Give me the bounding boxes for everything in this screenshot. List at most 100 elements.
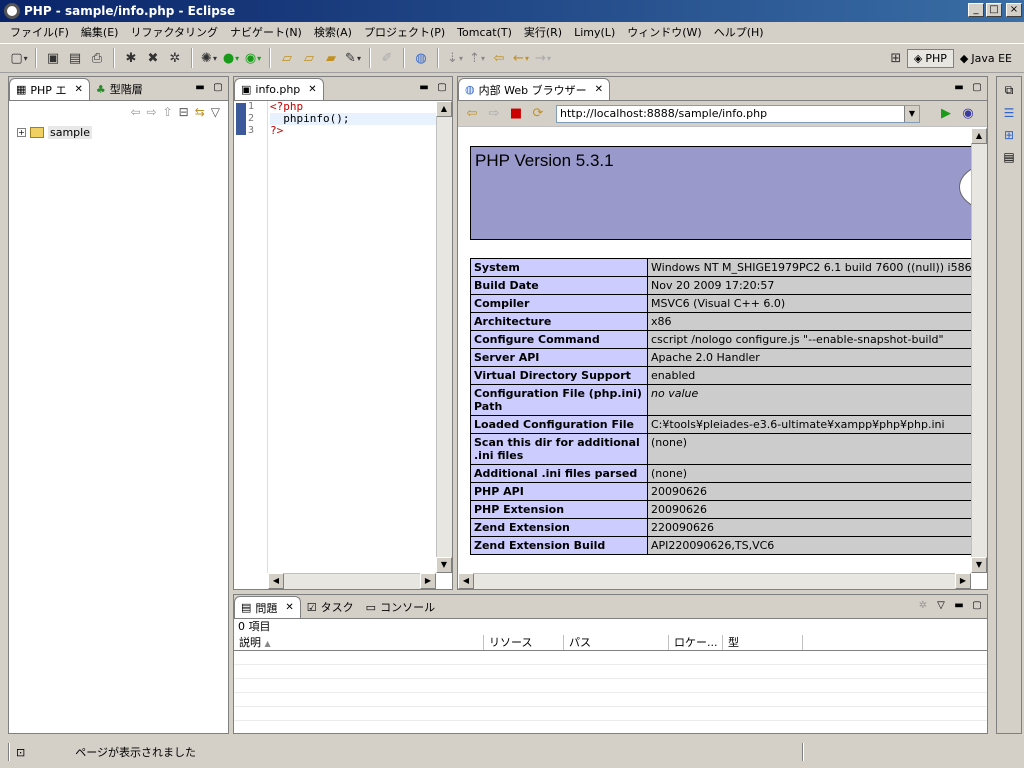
scroll-down-icon[interactable]: ▼	[436, 557, 452, 573]
menu-file[interactable]: ファイル(F)	[4, 24, 75, 40]
code-line[interactable]: ?>	[270, 125, 436, 137]
view-menu-icon[interactable]: ▽	[935, 599, 947, 611]
maximize-view-icon[interactable]: ▢	[971, 599, 983, 611]
menu-search[interactable]: 検索(A)	[308, 24, 358, 40]
tab-console[interactable]: ▭ コンソール	[360, 596, 441, 618]
url-input[interactable]: http://localhost:8888/sample/info.php ▼	[556, 104, 920, 123]
tree-item-sample[interactable]: + sample	[9, 123, 228, 141]
maximize-button[interactable]: □	[986, 3, 1002, 17]
browser-horizontal-scrollbar[interactable]: ◀ ▶	[458, 573, 971, 589]
minimize-view-icon[interactable]: ▬	[953, 81, 965, 93]
eclipse-web-icon[interactable]: ◉	[960, 106, 976, 121]
expand-icon[interactable]: +	[17, 127, 26, 137]
external-tools-icon[interactable]: ◉	[242, 48, 264, 68]
close-tab-icon[interactable]: ✕	[308, 84, 316, 95]
perspective-php[interactable]: ◈ PHP	[906, 49, 954, 68]
bug-icon[interactable]: ✱	[120, 48, 142, 68]
scroll-up-icon[interactable]: ▲	[971, 128, 987, 144]
forward-nav-icon[interactable]: ⇨	[147, 105, 157, 119]
code-area[interactable]: <?php phpinfo(); ?>	[270, 101, 436, 137]
editor-vertical-scrollbar[interactable]: ▲ ▼	[436, 101, 452, 573]
editor-body[interactable]: 1 2 3 <?php phpinfo(); ?> ▲ ▼ ◀ ▶	[234, 101, 452, 589]
column-type[interactable]: 型	[723, 635, 803, 650]
tab-php-explorer[interactable]: ▦ PHP エ ✕	[9, 78, 90, 100]
go-icon[interactable]: ▶	[938, 106, 954, 121]
link-editor-icon[interactable]: ⇆	[195, 105, 205, 119]
open-type-icon[interactable]: ▰	[320, 48, 342, 68]
minimize-view-icon[interactable]: ▬	[194, 81, 206, 93]
back-icon[interactable]: ⇦	[464, 106, 480, 121]
globe-icon[interactable]: ◍	[410, 48, 432, 68]
menu-edit[interactable]: 編集(E)	[75, 24, 125, 40]
refresh-icon[interactable]: ⟳	[530, 106, 546, 121]
bug-skip-icon[interactable]: ✲	[164, 48, 186, 68]
fast-view-icon[interactable]: ⊡	[16, 746, 25, 759]
hierarchy-icon[interactable]: ⊞	[1004, 128, 1014, 142]
editor-horizontal-scrollbar[interactable]: ◀ ▶	[268, 573, 436, 589]
menu-run[interactable]: 実行(R)	[518, 24, 568, 40]
column-path[interactable]: パス	[564, 635, 669, 650]
bug-stop-icon[interactable]: ✖	[142, 48, 164, 68]
maximize-view-icon[interactable]: ▢	[436, 81, 448, 93]
menu-limy[interactable]: Limy(L)	[568, 26, 621, 39]
run-icon[interactable]: ●	[220, 48, 242, 68]
scroll-down-icon[interactable]: ▼	[971, 557, 987, 573]
perspective-java-ee[interactable]: ◆ Java EE	[954, 50, 1018, 67]
back-icon[interactable]: ←	[510, 48, 532, 68]
close-tab-icon[interactable]: ✕	[74, 84, 82, 95]
tasks-list-icon[interactable]: ▤	[1003, 150, 1014, 164]
menu-project[interactable]: プロジェクト(P)	[358, 24, 451, 40]
outline-icon[interactable]: ☰	[1004, 106, 1015, 120]
up-nav-icon[interactable]: ⇧	[163, 105, 173, 119]
stop-icon[interactable]: ■	[508, 106, 524, 121]
browser-content[interactable]: PHP Version 5.3.1 System Windows NT M_SHI…	[458, 128, 971, 573]
minimize-view-icon[interactable]: ▬	[418, 81, 430, 93]
maximize-view-icon[interactable]: ▢	[212, 81, 224, 93]
tab-info-php[interactable]: ▣ info.php ✕	[234, 78, 324, 100]
tab-internal-browser[interactable]: ◍ 内部 Web ブラウザー ✕	[458, 78, 610, 100]
scroll-right-icon[interactable]: ▶	[955, 573, 971, 589]
restore-icon[interactable]: ⧉	[1005, 83, 1014, 98]
menu-navigate[interactable]: ナビゲート(N)	[224, 24, 308, 40]
tab-problems[interactable]: ▤ 問題 ✕	[234, 596, 301, 618]
scroll-right-icon[interactable]: ▶	[420, 573, 436, 589]
last-edit-icon[interactable]: ⇦	[488, 48, 510, 68]
print-icon[interactable]: ⎙	[86, 48, 108, 68]
filter-icon[interactable]: ✲	[917, 599, 929, 611]
next-annotation-icon[interactable]: ⇣	[444, 48, 466, 68]
maximize-view-icon[interactable]: ▢	[971, 81, 983, 93]
scroll-left-icon[interactable]: ◀	[268, 573, 284, 589]
collapse-all-icon[interactable]: ⊟	[179, 105, 189, 119]
column-description[interactable]: 説明 ▲	[234, 635, 484, 650]
save-all-icon[interactable]: ▤	[64, 48, 86, 68]
tab-tasks[interactable]: ☑ タスク	[301, 596, 360, 618]
new-icon[interactable]: ▢	[8, 48, 30, 68]
open-perspective-icon[interactable]: ⊞	[885, 49, 907, 69]
forward-icon[interactable]: ⇨	[486, 106, 502, 121]
open-folder-icon[interactable]: ▱	[276, 48, 298, 68]
debug-icon[interactable]: ✺	[198, 48, 220, 68]
column-resource[interactable]: リソース	[484, 635, 564, 650]
view-menu-icon[interactable]: ▽	[211, 105, 220, 119]
code-line[interactable]: phpinfo();	[270, 113, 436, 125]
open-project-icon[interactable]: ▱	[298, 48, 320, 68]
close-button[interactable]: ×	[1006, 3, 1022, 17]
forward-icon[interactable]: →	[532, 48, 554, 68]
menu-window[interactable]: ウィンドウ(W)	[621, 24, 707, 40]
minimize-view-icon[interactable]: ▬	[953, 599, 965, 611]
save-icon[interactable]: ▣	[42, 48, 64, 68]
close-tab-icon[interactable]: ✕	[285, 602, 293, 613]
menu-refactor[interactable]: リファクタリング	[124, 24, 224, 40]
menu-help[interactable]: ヘルプ(H)	[708, 24, 770, 40]
pencil-icon[interactable]: ✎	[342, 48, 364, 68]
back-nav-icon[interactable]: ⇦	[130, 105, 140, 119]
prev-annotation-icon[interactable]: ⇡	[466, 48, 488, 68]
scroll-up-icon[interactable]: ▲	[436, 101, 452, 117]
minimize-button[interactable]: _	[968, 3, 984, 17]
menu-tomcat[interactable]: Tomcat(T)	[451, 26, 518, 39]
edit-icon[interactable]: ✐	[376, 48, 398, 68]
scroll-left-icon[interactable]: ◀	[458, 573, 474, 589]
url-dropdown-icon[interactable]: ▼	[904, 105, 919, 122]
browser-vertical-scrollbar[interactable]: ▲ ▼	[971, 128, 987, 573]
close-tab-icon[interactable]: ✕	[595, 84, 603, 95]
